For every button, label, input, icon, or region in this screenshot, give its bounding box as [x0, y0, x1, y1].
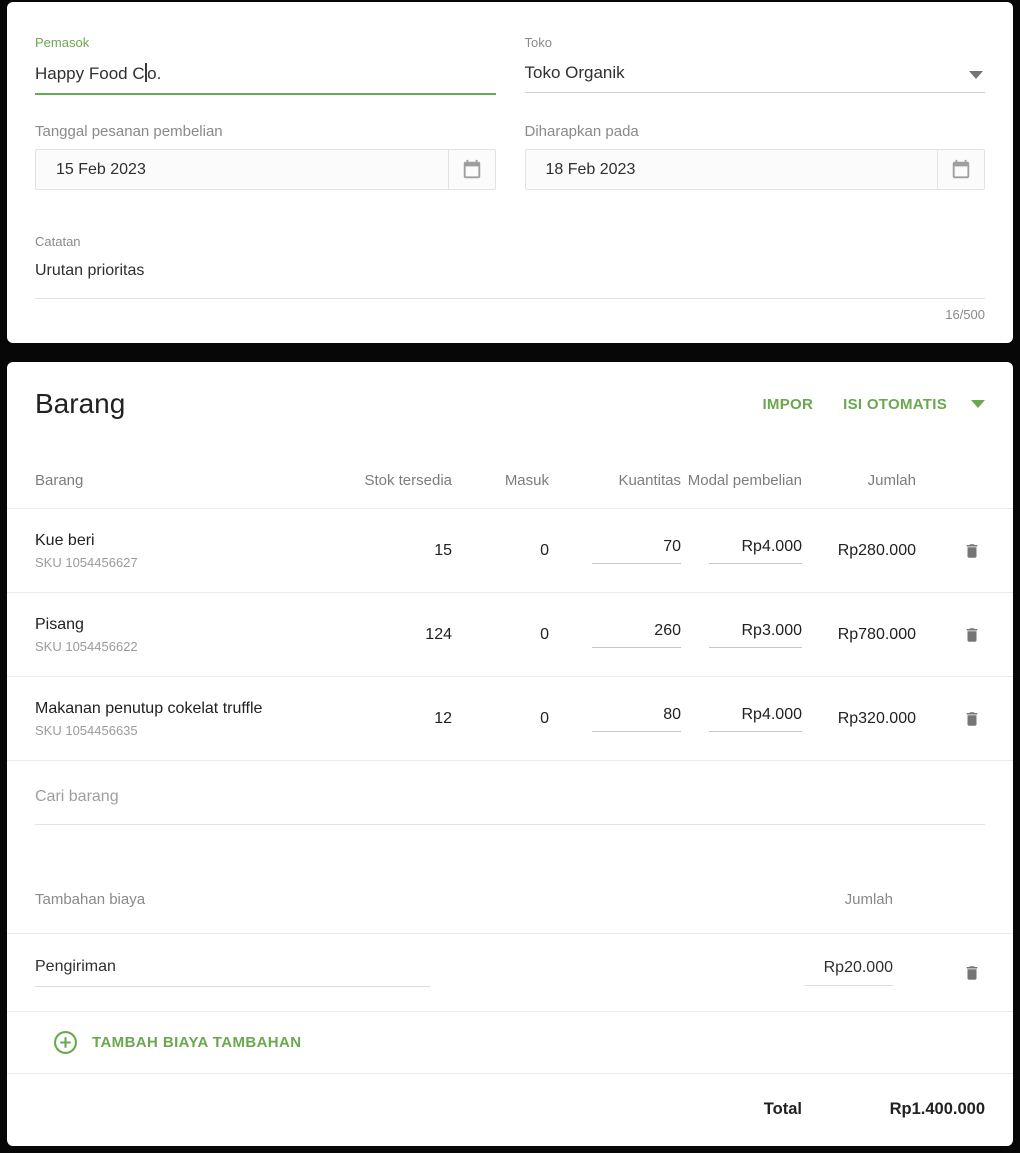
column-header-name: Barang — [35, 471, 342, 490]
quantity-input[interactable]: 260 — [592, 622, 681, 648]
autofill-button[interactable]: ISI OTOMATIS — [843, 396, 947, 413]
item-name: Makanan penutup cokelat truffle — [35, 700, 342, 718]
item-incoming: 0 — [452, 626, 549, 644]
cost-input[interactable]: Rp3.000 — [709, 622, 802, 648]
item-stock: 124 — [342, 626, 452, 644]
column-header-cost: Modal pembelian — [681, 471, 802, 490]
notes-input[interactable]: Urutan prioritas — [35, 262, 985, 299]
column-header-quantity: Kuantitas — [549, 471, 681, 490]
total-value: Rp1.400.000 — [802, 1100, 985, 1119]
expected-date-label: Diharapkan pada — [525, 123, 986, 140]
fees-amount-header: Jumlah — [845, 891, 893, 908]
search-item-input[interactable] — [35, 788, 985, 825]
item-amount: Rp780.000 — [802, 626, 916, 644]
fees-header-label: Tambahan biaya — [35, 891, 845, 908]
trash-icon[interactable] — [963, 709, 981, 729]
notes-char-counter: 16/500 — [35, 307, 985, 322]
expected-date-value: 18 Feb 2023 — [526, 150, 938, 189]
add-fee-button[interactable]: TAMBAH BIAYA TAMBAHAN — [35, 1012, 985, 1073]
chevron-down-icon[interactable] — [969, 71, 983, 79]
store-label: Toko — [525, 2, 986, 50]
order-date-value: 15 Feb 2023 — [36, 150, 448, 189]
total-label: Total — [764, 1100, 802, 1119]
items-title: Barang — [35, 388, 732, 420]
expected-date-input[interactable]: 18 Feb 2023 — [525, 149, 986, 190]
import-button[interactable]: IMPOR — [762, 396, 813, 413]
trash-icon[interactable] — [963, 625, 981, 645]
calendar-icon[interactable] — [937, 150, 984, 189]
supplier-label: Pemasok — [35, 2, 496, 50]
table-row: Pisang SKU 1054456622 124 0 260 Rp3.000 … — [35, 593, 985, 676]
store-value: Toko Organik — [525, 63, 625, 82]
column-header-stock: Stok tersedia — [342, 471, 452, 490]
table-row: Kue beri SKU 1054456627 15 0 70 Rp4.000 … — [35, 509, 985, 592]
column-header-incoming: Masuk — [452, 471, 549, 490]
item-name: Kue beri — [35, 532, 342, 550]
items-card: Barang IMPOR ISI OTOMATIS Barang Stok te… — [7, 362, 1013, 1146]
item-sku: SKU 1054456622 — [35, 639, 342, 654]
quantity-input[interactable]: 80 — [592, 706, 681, 732]
item-incoming: 0 — [452, 542, 549, 560]
chevron-down-icon[interactable] — [971, 400, 985, 408]
table-row: Makanan penutup cokelat truffle SKU 1054… — [35, 677, 985, 760]
item-stock: 12 — [342, 710, 452, 728]
order-form-card: Pemasok Happy Food Co. Toko Toko Organik… — [7, 2, 1013, 343]
item-name: Pisang — [35, 616, 342, 634]
item-amount: Rp280.000 — [802, 542, 916, 560]
cost-input[interactable]: Rp4.000 — [709, 538, 802, 564]
supplier-value-after-cursor: o. — [147, 64, 161, 83]
item-incoming: 0 — [452, 710, 549, 728]
items-table-header: Barang Stok tersedia Masuk Kuantitas Mod… — [35, 453, 985, 508]
supplier-value-before-cursor: Happy Food C — [35, 64, 145, 83]
item-stock: 15 — [342, 542, 452, 560]
notes-label: Catatan — [35, 234, 985, 249]
item-sku: SKU 1054456635 — [35, 723, 342, 738]
order-date-label: Tanggal pesanan pembelian — [35, 123, 496, 140]
quantity-input[interactable]: 70 — [592, 538, 681, 564]
plus-circle-icon — [53, 1030, 78, 1055]
trash-icon[interactable] — [963, 963, 981, 983]
add-fee-label: TAMBAH BIAYA TAMBAHAN — [92, 1034, 302, 1051]
fee-amount-input[interactable]: Rp20.000 — [805, 959, 893, 986]
calendar-icon[interactable] — [448, 150, 495, 189]
store-select[interactable]: Toko Organik — [525, 63, 986, 93]
fee-row: Pengiriman Rp20.000 — [35, 934, 985, 1011]
trash-icon[interactable] — [963, 541, 981, 561]
order-date-input[interactable]: 15 Feb 2023 — [35, 149, 496, 190]
column-header-amount: Jumlah — [802, 471, 916, 490]
item-amount: Rp320.000 — [802, 710, 916, 728]
fee-name-input[interactable]: Pengiriman — [35, 958, 430, 987]
cost-input[interactable]: Rp4.000 — [709, 706, 802, 732]
supplier-input[interactable]: Happy Food Co. — [35, 63, 496, 95]
item-sku: SKU 1054456627 — [35, 555, 342, 570]
